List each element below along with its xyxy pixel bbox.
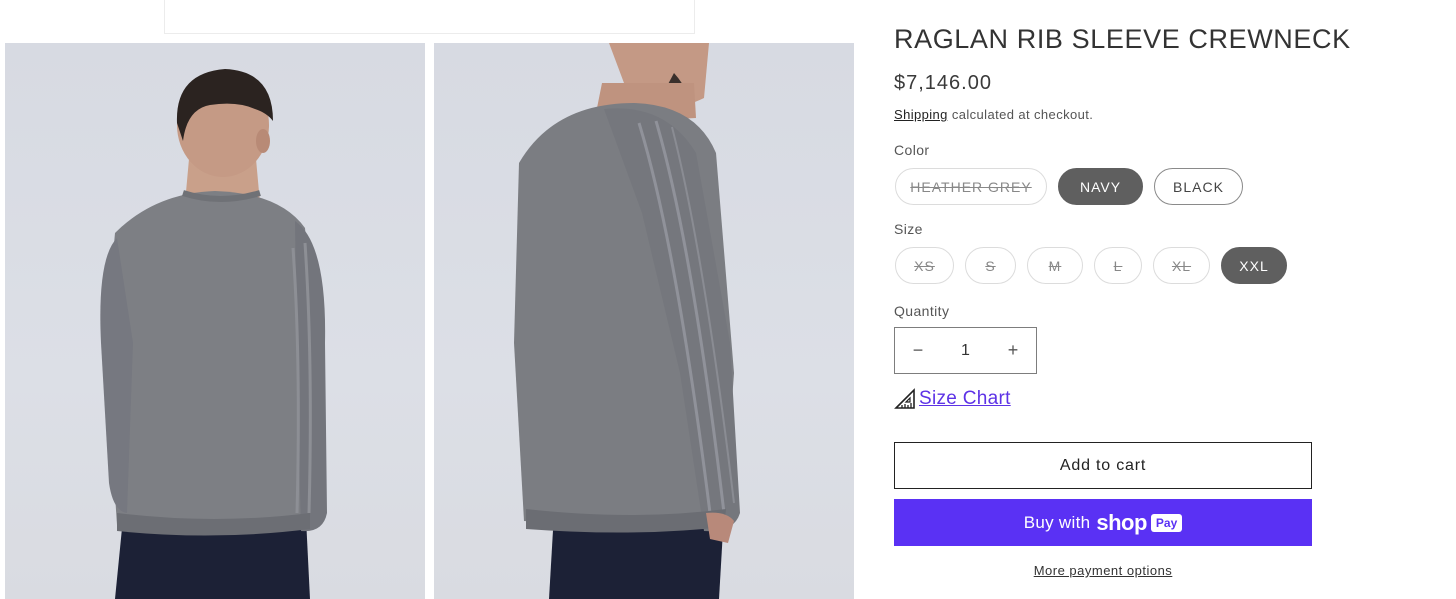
previous-image-frame [164,0,695,34]
sweater-side-illustration [514,43,740,599]
product-title: RAGLAN RIB SLEEVE CREWNECK [894,24,1351,54]
color-option-navy[interactable]: NAVY [1058,168,1143,205]
quantity-stepper: − 1 + [894,327,1037,374]
size-chart-label[interactable]: Size Chart [919,388,1011,410]
size-option-l[interactable]: L [1094,247,1142,284]
size-option-xxl[interactable]: XXL [1221,247,1287,284]
shop-logo: shop [1096,509,1147,535]
product-image-side[interactable] [434,43,854,599]
pay-badge: Pay [1150,513,1183,532]
ruler-icon [894,388,916,410]
size-option-m[interactable]: M [1027,247,1083,284]
shipping-link[interactable]: Shipping [894,107,948,122]
quantity-input[interactable]: 1 [941,342,990,360]
buy-with-shop-pay-button[interactable]: Buy with shop Pay [894,499,1312,546]
shipping-note: Shipping calculated at checkout. [894,107,1093,122]
shipping-suffix: calculated at checkout. [947,107,1094,122]
size-option-s[interactable]: S [965,247,1016,284]
size-chart-link[interactable]: Size Chart [894,388,1011,410]
color-option-heather-grey[interactable]: HEATHER GREY [895,168,1047,205]
size-label: Size [894,221,923,237]
size-option-xl[interactable]: XL [1153,247,1210,284]
buy-with-text: Buy with [1023,512,1091,532]
minus-icon[interactable]: − [895,328,941,373]
color-label: Color [894,142,930,158]
color-option-black[interactable]: BLACK [1154,168,1243,205]
more-payment-options-link[interactable]: More payment options [894,563,1312,578]
size-option-xs[interactable]: XS [895,247,954,284]
product-price: $7,146.00 [894,72,992,94]
sweater-back-illustration [100,69,327,599]
quantity-label: Quantity [894,303,950,319]
product-image-back[interactable] [5,43,425,599]
plus-icon[interactable]: + [990,328,1036,373]
add-to-cart-button[interactable]: Add to cart [894,442,1312,489]
